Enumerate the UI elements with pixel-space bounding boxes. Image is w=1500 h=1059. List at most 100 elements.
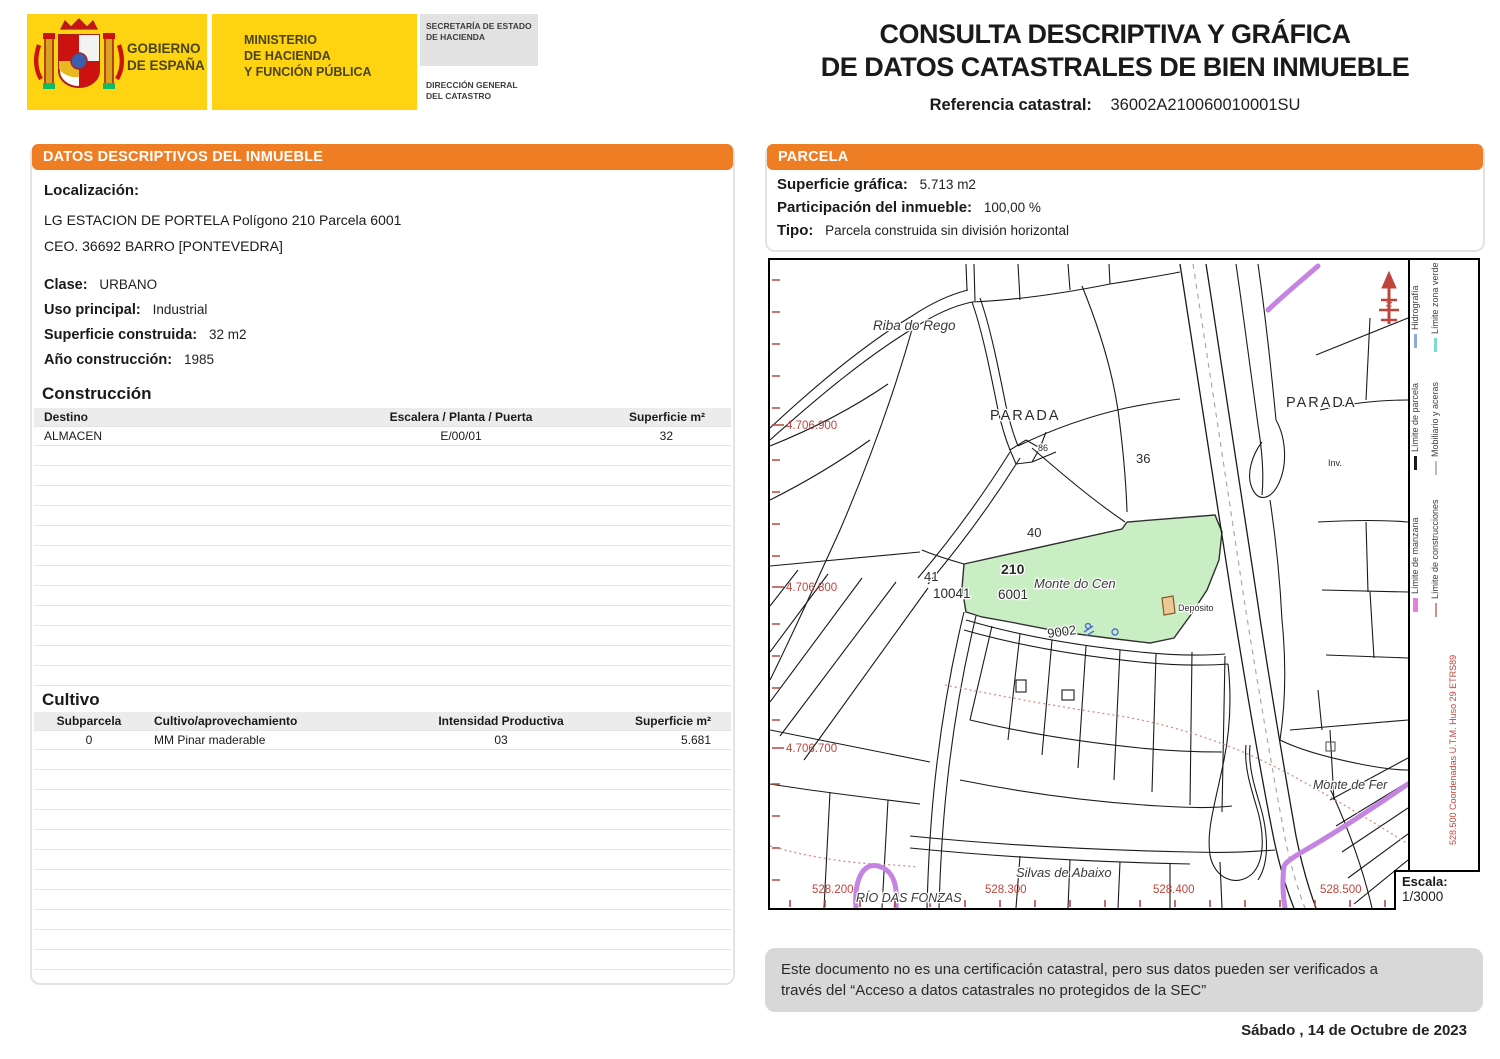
legend-label: Límite zona verde — [1430, 262, 1440, 334]
table-row-empty — [34, 445, 731, 465]
map-coord-4706900: 4.706.900 — [786, 420, 837, 432]
ministerio-line2: DE HACIENDA — [244, 49, 331, 63]
mobiliario-line-sample-icon — [1434, 461, 1437, 475]
field-ano-value: 1985 — [183, 352, 215, 367]
table-row: ALMACEN E/00/01 32 — [34, 426, 731, 445]
map-label-riba-do-rego: Riba do Rego — [873, 318, 956, 333]
cultivo-cell-intensidad: 03 — [494, 733, 508, 747]
construccion-cell-destino: ALMACEN — [44, 429, 103, 443]
map-label-monte-do-cen: Monte do Cen — [1034, 576, 1116, 591]
scale-value: 1/3000 — [1402, 889, 1444, 904]
map-label-inv: Inv. — [1328, 458, 1342, 468]
construccion-header-escalera: Escalera / Planta / Puerta — [389, 410, 533, 424]
map-label-monte-de-fer: Monte de Fer — [1313, 778, 1388, 792]
map-label-40: 40 — [1027, 525, 1041, 540]
ministerio-line3: Y FUNCIÓN PÚBLICA — [244, 65, 372, 79]
field-superficie-value: 32 m2 — [208, 327, 247, 342]
map-coord-528200: 528.200 — [812, 884, 854, 896]
map-label-36: 36 — [1136, 451, 1150, 466]
construccion-table: Destino Escalera / Planta / Puerta Super… — [34, 408, 731, 705]
field-tipo: Tipo: Parcela construida sin división ho… — [777, 222, 1069, 239]
referencia-catastral-value: 36002A210060010001SU — [1110, 96, 1301, 114]
cadastral-map: N Riba do Rego PARADA PARADA 36 40 41 86… — [768, 258, 1480, 910]
disclaimer-box: Este documento no es una certificación c… — [765, 948, 1483, 1012]
map-coord-528500: 528.500 — [1320, 884, 1362, 896]
gobierno-label: GOBIERNO DE ESPAÑA — [127, 40, 205, 74]
document-title-line1: CONSULTA DESCRIPTIVA Y GRÁFICA — [879, 19, 1351, 49]
legend-label: Límite de parcela — [1410, 382, 1420, 452]
table-row-empty — [34, 949, 731, 969]
field-ano-construccion: Año construcción: 1985 — [44, 351, 214, 368]
gobierno-logo-block: GOBIERNO DE ESPAÑA — [27, 14, 207, 110]
map-label-9002: 9002 — [1046, 622, 1077, 641]
construccion-cell-escalera: E/00/01 — [440, 429, 482, 443]
map-coord-4706700: 4.706.700 — [786, 743, 837, 755]
table-row-empty — [34, 485, 731, 505]
direccion-line2: DEL CATASTRO — [426, 91, 492, 101]
tipo-label: Tipo: — [777, 222, 814, 239]
direccion-line1: DIRECCIÓN GENERAL — [426, 80, 518, 90]
north-arrow-icon: N — [1379, 270, 1399, 324]
secretaria-line2: DE HACIENDA — [426, 32, 486, 42]
table-row-empty — [34, 565, 731, 585]
cultivo-table: Subparcela Cultivo/aprovechamiento Inten… — [34, 712, 731, 989]
map-label-deposito: Depósito — [1178, 603, 1214, 613]
table-row-empty — [34, 829, 731, 849]
map-legend-strip: Hidrografía Límite zona verde Límite de … — [1394, 260, 1480, 910]
table-row-empty — [34, 789, 731, 809]
secretaria-line1: SECRETARÍA DE ESTADO — [426, 21, 532, 31]
map-label-10041: 10041 — [933, 586, 971, 601]
legend-item-zona-verde: Límite zona verde — [1430, 262, 1440, 352]
field-uso-value: Industrial — [152, 302, 208, 317]
cultivo-cell-superficie: 5.681 — [680, 733, 711, 747]
deposito-building-icon — [1161, 595, 1176, 616]
field-superficie-construida: Superficie construida: 32 m2 — [44, 326, 247, 343]
table-row-empty — [34, 645, 731, 665]
map-scale-box: Escala: 1/3000 — [1394, 870, 1480, 910]
document-title-block: CONSULTA DESCRIPTIVA Y GRÁFICA DE DATOS … — [745, 18, 1485, 115]
document-date: Sábado , 14 de Octubre de 2023 — [1241, 1022, 1467, 1039]
map-label-rio-das-fonzas: RÍO DAS FONZAS — [856, 890, 962, 905]
superficie-grafica-label: Superficie gráfica: — [777, 176, 908, 193]
table-row-empty — [34, 849, 731, 869]
field-uso-label: Uso principal: — [44, 302, 141, 318]
legend-label: Límite de manzana — [1410, 517, 1420, 594]
cultivo-header-superficie: Superficie m² — [634, 714, 711, 728]
field-uso-principal: Uso principal: Industrial — [44, 301, 207, 318]
referencia-catastral-label: Referencia catastral: — [929, 96, 1092, 114]
map-coord-4706800: 4.706.800 — [786, 582, 837, 594]
map-canvas: N Riba do Rego PARADA PARADA 36 40 41 86… — [770, 263, 1408, 908]
ministerio-line1: MINISTERIO — [244, 33, 317, 47]
participacion-value: 100,00 % — [983, 200, 1041, 215]
construccion-header-superficie: Superficie m² — [628, 410, 705, 424]
map-label-parada-right: PARADA — [1286, 395, 1357, 411]
cadastral-document-page: GOBIERNO DE ESPAÑA MINISTERIO DE HACIEND… — [0, 0, 1500, 1059]
map-coord-528400: 528.400 — [1153, 884, 1195, 896]
table-row-empty — [34, 749, 731, 769]
table-row-empty — [34, 525, 731, 545]
direccion-general-catastro: DIRECCIÓN GENERAL DEL CATASTRO — [426, 80, 518, 102]
localizacion-line2: CEO. 36692 BARRO [PONTEVEDRA] — [44, 238, 283, 254]
construction-limit-lines — [770, 684, 1408, 868]
participacion-label: Participación del inmueble: — [777, 199, 973, 216]
gobierno-line2: DE ESPAÑA — [127, 58, 205, 73]
ministerio-label: MINISTERIO DE HACIENDA Y FUNCIÓN PÚBLICA — [244, 32, 372, 80]
disclaimer-line2: través del “Acceso a datos catastrales n… — [781, 982, 1207, 999]
map-label-210: 210 — [1001, 561, 1025, 577]
map-label-6001: 6001 — [998, 587, 1028, 602]
legend-label: Hidrografía — [1410, 285, 1420, 330]
hidrografia-line-sample-icon — [1414, 334, 1418, 348]
limite-manzana-line-sample-icon — [1413, 598, 1419, 612]
datos-descriptivos-header: DATOS DESCRIPTIVOS DEL INMUEBLE — [32, 144, 733, 170]
field-clase-value: URBANO — [99, 277, 158, 292]
construccion-title: Construcción — [42, 384, 152, 403]
field-participacion: Participación del inmueble: 100,00 % — [777, 199, 1041, 216]
scale-label: Escala: — [1402, 874, 1448, 889]
table-row-empty — [34, 869, 731, 889]
gobierno-line1: GOBIERNO — [127, 41, 201, 56]
legend-label: Límite de construcciones — [1430, 499, 1440, 599]
cultivo-empty-rows — [34, 749, 731, 989]
table-row-empty — [34, 605, 731, 625]
parcela-header: PARCELA — [767, 144, 1483, 170]
construccion-empty-rows — [34, 445, 731, 705]
